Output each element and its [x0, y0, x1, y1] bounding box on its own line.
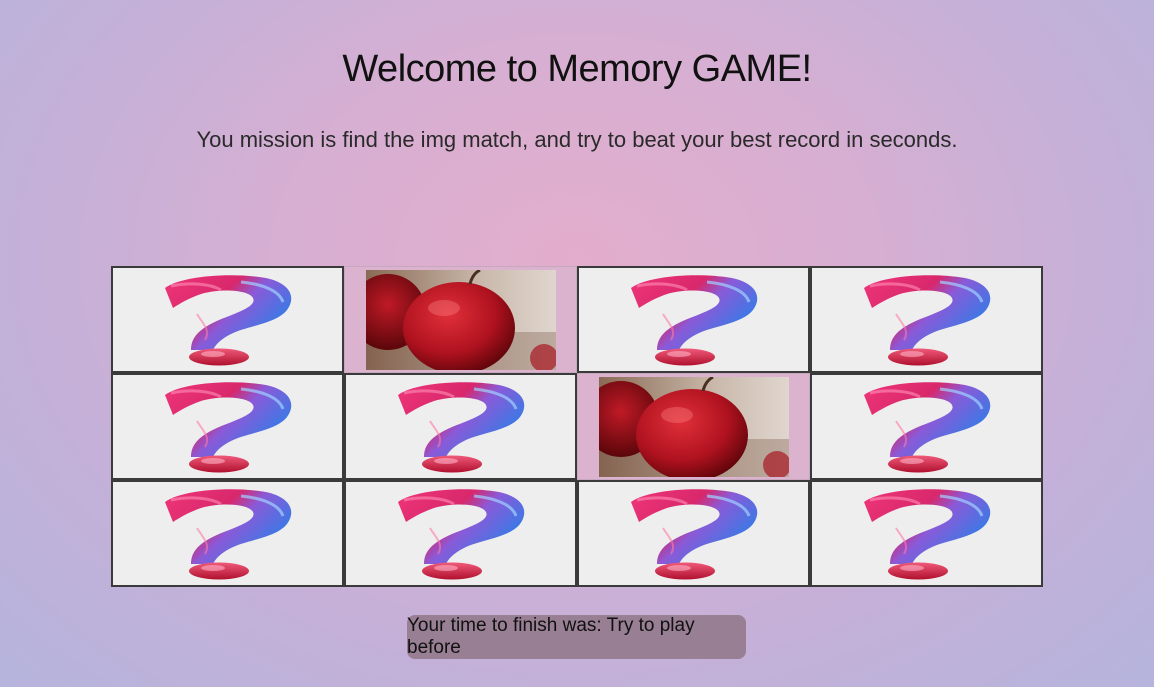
memory-card[interactable]	[111, 266, 344, 373]
question-mark-icon	[164, 381, 291, 472]
question-mark-icon	[164, 488, 291, 579]
memory-card[interactable]	[810, 480, 1043, 587]
memory-card[interactable]	[810, 373, 1043, 480]
memory-card[interactable]	[344, 373, 577, 480]
memory-card[interactable]	[577, 480, 810, 587]
status-message: Your time to finish was: Try to play bef…	[407, 615, 746, 659]
memory-card[interactable]	[810, 266, 1043, 373]
question-mark-icon	[863, 274, 990, 365]
question-mark-icon	[397, 488, 524, 579]
memory-card[interactable]	[111, 373, 344, 480]
apple-image	[598, 376, 789, 477]
memory-card[interactable]	[344, 266, 577, 373]
page-title: Welcome to Memory GAME!	[342, 48, 812, 90]
apple-image	[365, 269, 556, 370]
game-board	[111, 266, 1043, 587]
memory-card[interactable]	[577, 266, 810, 373]
question-mark-icon	[630, 274, 757, 365]
page-subtitle: You mission is find the img match, and t…	[196, 127, 958, 152]
question-mark-icon	[397, 381, 524, 472]
question-mark-icon	[164, 274, 291, 365]
memory-card[interactable]	[344, 480, 577, 587]
question-mark-icon	[863, 488, 990, 579]
question-mark-icon	[863, 381, 990, 472]
memory-card[interactable]	[111, 480, 344, 587]
question-mark-icon	[630, 488, 757, 579]
memory-card[interactable]	[577, 373, 810, 480]
